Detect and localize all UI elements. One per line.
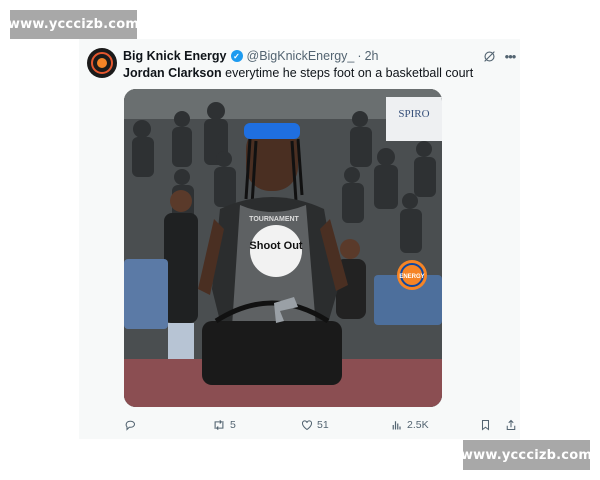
jersey-text-top: TOURNAMENT	[249, 216, 299, 223]
banner-sign-text: SPIRO	[398, 108, 429, 120]
action-bar: 5 51 2.5K	[79, 415, 520, 435]
like-icon	[301, 420, 313, 431]
tweet-card[interactable]: Big Knick Energy ✓ @BigKnickEnergy_ · 2h…	[79, 39, 520, 439]
retweet-button[interactable]: 5	[212, 415, 236, 435]
tweet-header: Big Knick Energy ✓ @BigKnickEnergy_ · 2h	[123, 47, 378, 65]
avatar-ring	[91, 52, 113, 74]
tweet-media-image[interactable]: SPIRO TOURNAMENT Shoot Out ENERGY	[124, 89, 442, 407]
energy-logo-overlay: ENERGY	[397, 260, 427, 290]
avatar[interactable]	[87, 48, 117, 78]
verified-badge-icon: ✓	[230, 50, 243, 62]
share-button[interactable]	[505, 415, 517, 435]
views-count: 2.5K	[407, 419, 429, 431]
views-button[interactable]: 2.5K	[391, 415, 429, 435]
tweet-text-rest: everytime he steps foot on a basketball …	[221, 66, 474, 80]
bookmark-button[interactable]	[480, 415, 491, 435]
like-button[interactable]: 51	[301, 415, 329, 435]
author-handle[interactable]: @BigKnickEnergy_	[247, 49, 355, 63]
views-icon	[392, 421, 401, 430]
tweet-timestamp[interactable]: 2h	[365, 49, 379, 63]
player-headband	[244, 123, 300, 139]
retweet-icon	[214, 419, 224, 431]
spectator-left	[164, 213, 198, 323]
tweet-text: Jordan Clarkson everytime he steps foot …	[123, 66, 473, 80]
grok-glyph	[483, 50, 495, 62]
watermark-bottom: www.ycccizb.com	[461, 440, 592, 470]
media-illustration: SPIRO TOURNAMENT Shoot Out ENERGY	[124, 89, 442, 407]
blue-chair-left	[124, 259, 168, 329]
retweet-count: 5	[230, 419, 236, 431]
avatar-core	[97, 58, 107, 68]
bookmark-icon	[481, 419, 490, 431]
jersey-logo-text: Shoot Out	[249, 240, 302, 252]
energy-logo-text: ENERGY	[399, 274, 424, 280]
watermark-top: www.ycccizb.com	[8, 10, 139, 39]
author-name[interactable]: Big Knick Energy	[123, 49, 227, 63]
header-separator: ·	[357, 49, 362, 63]
duffel-bag	[202, 321, 342, 385]
reply-button[interactable]	[124, 415, 140, 435]
more-icon[interactable]: •••	[502, 48, 518, 64]
reply-icon	[125, 420, 136, 431]
tweet-text-bold: Jordan Clarkson	[123, 66, 222, 80]
share-icon	[506, 419, 516, 431]
grok-icon[interactable]	[481, 48, 497, 64]
like-count: 51	[317, 419, 329, 431]
